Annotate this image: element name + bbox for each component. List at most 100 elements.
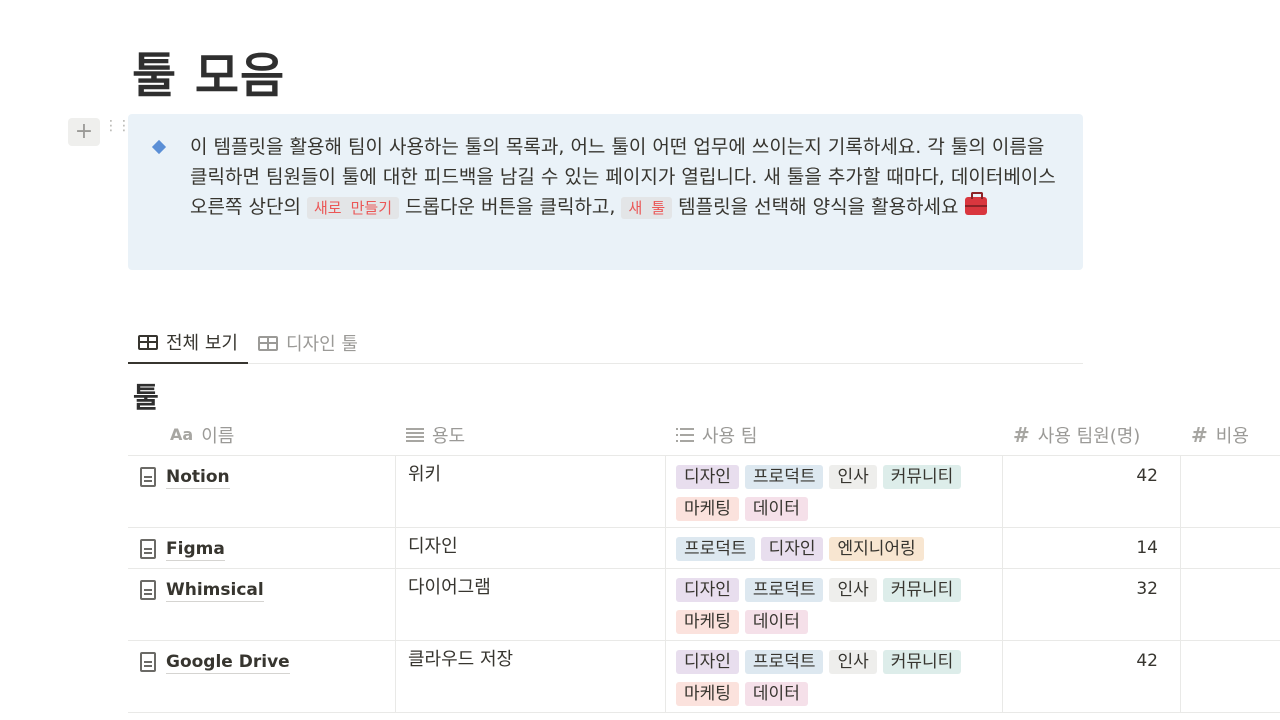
cell-use[interactable]: 디자인 bbox=[396, 528, 666, 568]
add-block-icon[interactable]: + bbox=[68, 118, 100, 146]
cell-team[interactable]: 디자인 프로덕트 인사 커뮤니티 마케팅 데이터 bbox=[666, 569, 1003, 640]
use-text: 디자인 bbox=[408, 536, 458, 557]
tag-list: 디자인 프로덕트 인사 커뮤니티 마케팅 데이터 bbox=[676, 577, 986, 634]
table-row[interactable]: Figma 디자인 프로덕트 디자인 엔지니어링 14 bbox=[128, 528, 1280, 569]
tab-design-tools[interactable]: 디자인 툴 bbox=[248, 322, 368, 364]
page-icon bbox=[140, 580, 156, 600]
diamond-icon bbox=[151, 139, 167, 155]
multi-select-icon bbox=[676, 427, 694, 442]
cell-name[interactable]: Figma bbox=[128, 528, 396, 568]
team-tag: 프로덕트 bbox=[744, 465, 824, 489]
tool-name-link[interactable]: Google Drive bbox=[166, 651, 290, 674]
team-tag: 디자인 bbox=[676, 465, 739, 489]
team-tag: 커뮤니티 bbox=[882, 578, 962, 602]
tag-list: 디자인 프로덕트 인사 커뮤니티마케팅 데이터 bbox=[676, 464, 986, 521]
table-row[interactable]: Google Drive 클라우드 저장 디자인 프로덕트 인사 커뮤니티마케팅 데이터… bbox=[128, 641, 1280, 713]
callout-text-part: 드롭다운 버튼을 클릭하고, bbox=[399, 196, 622, 218]
page-icon bbox=[140, 467, 156, 487]
toolbox-icon bbox=[964, 192, 987, 215]
table-row[interactable]: Notion 위키 디자인 프로덕트 인사 커뮤니티마케팅 데이터 42 bbox=[128, 456, 1280, 528]
table-body: Notion 위키 디자인 프로덕트 인사 커뮤니티 마케팅 데이터 42 Figma 디… bbox=[128, 456, 1280, 713]
drag-handle-icon[interactable]: ⋮⋮ bbox=[104, 119, 131, 144]
team-tag: 인사 bbox=[829, 650, 877, 674]
inline-code-new-tool: 새 툴 bbox=[621, 197, 673, 219]
callout-block[interactable]: 이 템플릿을 활용해 팀이 사용하는 툴의 목록과, 어느 툴이 어떤 업무에 … bbox=[128, 114, 1083, 270]
member-count: 14 bbox=[1136, 538, 1158, 558]
column-header-use[interactable]: 용도 bbox=[396, 414, 666, 455]
database-table: Aa 이름 용도 사용 팀 # 사용 팀원(명) # 비용 Notion 위키 bbox=[128, 414, 1280, 713]
team-tag: 마케팅 bbox=[676, 610, 739, 634]
tool-name-link[interactable]: Figma bbox=[166, 538, 225, 561]
column-header-cost[interactable]: # 비용 bbox=[1181, 414, 1280, 455]
cell-name[interactable]: Google Drive bbox=[128, 641, 396, 712]
team-tag: 데이터 bbox=[744, 497, 808, 521]
text-lines-icon bbox=[406, 427, 424, 442]
team-tag: 데이터 bbox=[744, 682, 808, 706]
table-icon bbox=[138, 334, 158, 350]
cell-cost[interactable] bbox=[1181, 456, 1280, 527]
tab-label: 디자인 툴 bbox=[285, 334, 358, 355]
column-header-name[interactable]: Aa 이름 bbox=[128, 414, 396, 455]
team-tag: 엔지니어링 bbox=[829, 537, 924, 561]
tool-name-link[interactable]: Notion bbox=[166, 466, 230, 489]
member-count: 42 bbox=[1136, 466, 1158, 486]
team-tag: 커뮤니티 bbox=[882, 650, 962, 674]
use-text: 위키 bbox=[408, 464, 442, 485]
column-label: 비용 bbox=[1215, 425, 1249, 447]
team-tag: 프로덕트 bbox=[744, 650, 824, 674]
tool-name-link[interactable]: Whimsical bbox=[166, 579, 264, 602]
table-row[interactable]: Whimsical 다이어그램 디자인 프로덕트 인사 커뮤니티 마케팅 데이터 32 bbox=[128, 569, 1280, 641]
page-title: 툴 모음 bbox=[132, 48, 286, 104]
team-tag: 마케팅 bbox=[676, 497, 739, 521]
page-icon bbox=[140, 652, 156, 672]
team-tag: 데이터 bbox=[744, 610, 808, 634]
team-tag: 프로덕트 bbox=[744, 578, 824, 602]
cell-team[interactable]: 디자인 프로덕트 인사 커뮤니티마케팅 데이터 bbox=[666, 456, 1003, 527]
cell-use[interactable]: 위키 bbox=[396, 456, 666, 527]
team-tag: 인사 bbox=[829, 465, 877, 489]
team-tag: 디자인 bbox=[676, 578, 739, 602]
number-property-icon: # bbox=[1013, 422, 1030, 447]
view-tabs: 전체 보기 디자인 툴 bbox=[128, 322, 1083, 364]
column-header-team[interactable]: 사용 팀 bbox=[666, 414, 1003, 455]
cell-members[interactable]: 42 bbox=[1003, 641, 1181, 712]
cell-cost[interactable] bbox=[1181, 528, 1280, 568]
member-count: 42 bbox=[1136, 651, 1158, 671]
callout-text: 이 템플릿을 활용해 팀이 사용하는 툴의 목록과, 어느 툴이 어떤 업무에 … bbox=[190, 132, 1062, 223]
cell-team[interactable]: 디자인 프로덕트 인사 커뮤니티마케팅 데이터 bbox=[666, 641, 1003, 712]
column-label: 사용 팀원(명) bbox=[1037, 425, 1141, 447]
team-tag: 디자인 bbox=[760, 537, 824, 561]
cell-cost[interactable] bbox=[1181, 641, 1280, 712]
team-tag: 마케팅 bbox=[676, 682, 739, 706]
page-icon bbox=[140, 539, 156, 559]
team-tag: 디자인 bbox=[676, 650, 739, 674]
cell-cost[interactable] bbox=[1181, 569, 1280, 640]
table-header: Aa 이름 용도 사용 팀 # 사용 팀원(명) # 비용 bbox=[128, 414, 1280, 456]
inline-code-new: 새로 만들기 bbox=[306, 197, 399, 219]
callout-text-part: 템플릿을 선택해 양식을 활용하세요 bbox=[672, 196, 965, 218]
cell-members[interactable]: 42 bbox=[1003, 456, 1181, 527]
team-tag: 커뮤니티 bbox=[882, 465, 962, 489]
number-property-icon: # bbox=[1191, 422, 1208, 447]
cell-name[interactable]: Notion bbox=[128, 456, 396, 527]
column-header-members[interactable]: # 사용 팀원(명) bbox=[1003, 414, 1181, 455]
cell-use[interactable]: 다이어그램 bbox=[396, 569, 666, 640]
tag-list: 디자인 프로덕트 인사 커뮤니티마케팅 데이터 bbox=[676, 649, 986, 706]
tab-label: 전체 보기 bbox=[166, 333, 238, 354]
cell-team[interactable]: 프로덕트 디자인 엔지니어링 bbox=[666, 528, 1003, 568]
tab-all-view[interactable]: 전체 보기 bbox=[128, 322, 248, 364]
column-label: 용도 bbox=[432, 425, 466, 447]
tag-list: 프로덕트 디자인 엔지니어링 bbox=[676, 536, 986, 561]
cell-members[interactable]: 14 bbox=[1003, 528, 1181, 568]
text-property-icon: Aa bbox=[170, 425, 194, 444]
member-count: 32 bbox=[1136, 579, 1158, 599]
column-label: 이름 bbox=[201, 425, 235, 447]
column-label: 사용 팀 bbox=[702, 425, 758, 447]
use-text: 다이어그램 bbox=[408, 577, 491, 598]
cell-use[interactable]: 클라우드 저장 bbox=[396, 641, 666, 712]
team-tag: 프로덕트 bbox=[676, 537, 755, 561]
cell-members[interactable]: 32 bbox=[1003, 569, 1181, 640]
use-text: 클라우드 저장 bbox=[408, 649, 514, 670]
cell-name[interactable]: Whimsical bbox=[128, 569, 396, 640]
database-title: 툴 bbox=[133, 381, 159, 414]
